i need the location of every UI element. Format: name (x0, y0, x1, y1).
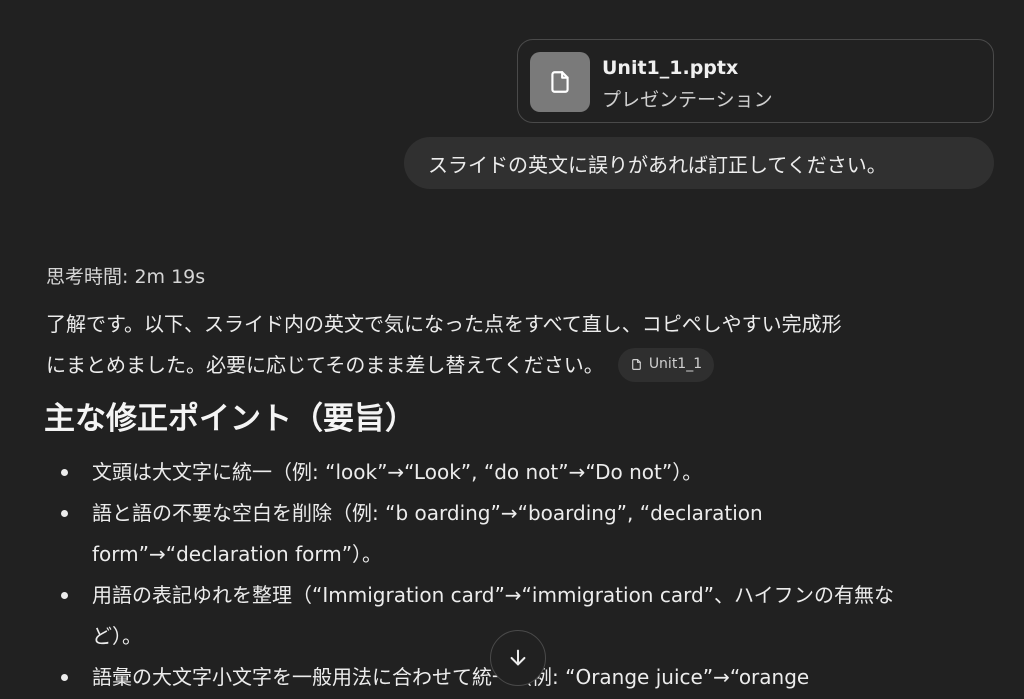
thinking-time-toggle[interactable]: 思考時間: 2m 19s (46, 262, 205, 289)
chat-view: Unit1_1.pptx プレゼンテーション スライドの英文に誤りがあれば訂正し… (0, 0, 1024, 699)
list-item: 語と語の不要な空白を削除（例: “b oarding”→“boarding”, … (46, 493, 1006, 575)
bullet-text-line: form”→“declaration form”）。 (92, 542, 383, 566)
document-icon (631, 359, 641, 370)
bullet-text-line: 語と語の不要な空白を削除（例: “b oarding”→“boarding”, … (92, 501, 763, 525)
arrow-down-icon (510, 649, 526, 666)
bullet-text-line: 用語の表記ゆれを整理（“Immigration card”→“immigrati… (92, 583, 895, 607)
file-thumbnail (530, 52, 590, 112)
source-citation-chip[interactable]: Unit1_1 (617, 347, 715, 382)
list-item: 文頭は大文字に統一（例: “look”→“Look”, “do not”→“Do… (46, 452, 1006, 493)
scroll-to-bottom-button[interactable] (490, 630, 546, 686)
bullet-marker (61, 674, 68, 681)
user-message-text: スライドの英文に誤りがあれば訂正してください。 (428, 152, 887, 177)
section-heading: 主な修正ポイント（要旨） (44, 401, 416, 437)
bullet-text-line: ど）。 (92, 624, 142, 648)
assistant-intro-paragraph: 了解です。以下、スライド内の英文で気になった点をすべて直し、コピペしやすい完成形… (46, 304, 1006, 386)
user-message-bubble: スライドの英文に誤りがあれば訂正してください。 (404, 137, 994, 189)
bullet-marker (61, 469, 68, 476)
attachment-file-type: プレゼンテーション (602, 89, 773, 111)
document-icon (551, 71, 569, 93)
intro-line-1: 了解です。以下、スライド内の英文で気になった点をすべて直し、コピペしやすい完成形 (46, 312, 842, 336)
source-chip-label: Unit1_1 (648, 356, 703, 372)
intro-line-2: にまとめました。必要に応じてそのまま差し替えてください。 Unit1_1 (46, 345, 1006, 386)
bullet-marker (61, 510, 68, 517)
bullet-text-line: 語彙の大文字小文字を一般用法に合わせて統一（例: “Orange juice”→… (92, 665, 810, 689)
bullet-marker (61, 592, 68, 599)
attachment-card[interactable]: Unit1_1.pptx プレゼンテーション (517, 39, 994, 123)
intro-line-2-text: にまとめました。必要に応じてそのまま差し替えてください。 (46, 353, 604, 377)
attachment-file-name: Unit1_1.pptx (602, 57, 739, 79)
bullet-text-line: 文頭は大文字に統一（例: “look”→“Look”, “do not”→“Do… (92, 460, 703, 484)
